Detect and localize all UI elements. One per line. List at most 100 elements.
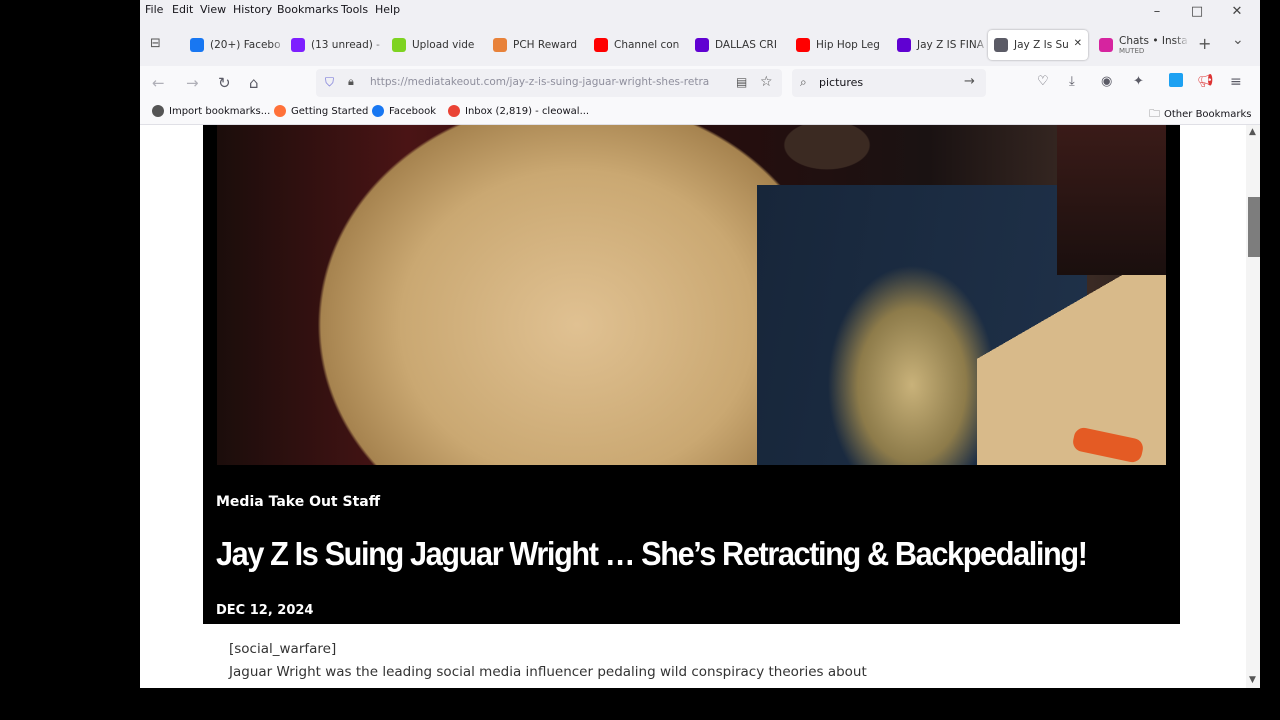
tab-label: Hip Hop Leg [816,39,880,51]
bookmark-item[interactable]: Facebook [372,105,436,117]
bookmark-label: Inbox (2,819) - cleowal... [465,105,590,117]
tab-label: PCH Reward [513,39,577,51]
tab-6[interactable]: DALLAS CRI [689,30,791,60]
scroll-up-icon[interactable]: ▲ [1249,127,1256,137]
forward-arrow-icon[interactable]: → [186,74,199,92]
tab-8[interactable]: Jay Z IS FINA [891,30,989,60]
tab-fade [474,30,488,60]
search-go-icon[interactable]: → [964,74,975,89]
article-body-line: Jaguar Wright was the leading social med… [229,664,867,680]
tab-list-button[interactable]: ⌄ [1232,32,1244,48]
tab-label: Upload vide [412,39,475,51]
url-text[interactable]: https://mediatakeout.com/jay-z-is-suing-… [370,76,730,88]
page-content: Media Take Out Staff Jay Z Is Suing Jagu… [140,125,1246,688]
gmail-icon [448,105,460,117]
article-hero: Media Take Out Staff Jay Z Is Suing Jagu… [203,125,1180,624]
tab-5[interactable]: Channel con [588,30,690,60]
tab-groups-icon[interactable]: ⊟ [150,36,161,51]
bookmark-star-icon[interactable]: ☆ [760,74,773,90]
menu-bookmarks[interactable]: Bookmarks [277,3,338,16]
tab-title: Upload vide [412,39,474,51]
tab-fade [272,30,286,60]
article-photo [217,125,1166,465]
tab-close-icon[interactable]: ✕ [1074,38,1082,49]
tab-3[interactable]: Upload vide [386,30,488,60]
tab-fade [373,30,387,60]
tab-title: Channel con [614,39,679,51]
bookmark-item[interactable]: Inbox (2,819) - cleowal... [448,105,589,117]
instagram-icon [1099,38,1113,52]
youtube-icon [594,38,608,52]
other-bookmarks-label: Other Bookmarks [1164,109,1252,120]
pch-icon [493,38,507,52]
tab-fade [975,30,989,60]
menu-hamburger-icon[interactable]: ≡ [1230,74,1242,90]
scrollbar-thumb[interactable] [1248,197,1260,257]
menu-edit[interactable]: Edit [172,3,193,16]
yahoo-icon [897,38,911,52]
extensions-icon[interactable]: ✦ [1133,74,1144,89]
tab-title: PCH Reward [513,39,577,51]
mail-icon [291,38,305,52]
article-author[interactable]: Media Take Out Staff [216,494,380,510]
navigation-toolbar: ← → ↻ ⌂ ⛉ 🔒︎ https://mediatakeout.com/ja… [140,66,1260,100]
tab-7[interactable]: Hip Hop Leg [790,30,892,60]
search-icon: ⌕ [800,75,807,89]
facebook-icon [190,38,204,52]
tab-label: (13 unread) - [311,39,380,51]
tab-fade [878,30,892,60]
bookmark-label: Import bookmarks... [169,105,271,117]
tab-title: Jay Z Is Su [1014,39,1069,51]
orange-wristband [1071,425,1145,465]
bookmark-label: Facebook [389,105,436,117]
tab-fade [575,30,589,60]
url-bar[interactable]: ⛉ 🔒︎ https://mediatakeout.com/jay-z-is-s… [316,69,782,97]
bookmark-label: Getting Started [291,105,369,117]
tab-1[interactable]: (20+) Facebo [184,30,286,60]
other-bookmarks[interactable]: 🗀︎ Other Bookmarks [1149,105,1251,124]
reload-icon[interactable]: ↻ [218,74,231,92]
menu-file[interactable]: File [145,3,163,16]
tab-bar: ⊟ (20+) Facebo (13 unread) - Upload vide PC… [140,22,1260,66]
tab-title: Jay Z IS FINA [917,39,984,51]
menu-view[interactable]: View [200,3,226,16]
maximize-button[interactable]: □ [1182,4,1212,19]
tracking-shield-icon[interactable]: ⛉ [325,75,334,90]
search-bar[interactable]: ⌕ pictures → [792,69,986,97]
menu-help[interactable]: Help [375,3,400,16]
tab-10[interactable]: Chats • Insta MUTED [1093,30,1189,60]
new-tab-button[interactable]: + [1198,34,1211,53]
article-headline: Jay Z Is Suing Jaguar Wright … She’s Ret… [216,535,1088,572]
extension-badge-icon[interactable] [1169,73,1183,87]
pocket-icon[interactable]: ♡ [1037,74,1049,89]
tab-fade [777,30,791,60]
youtube-icon [796,38,810,52]
back-arrow-icon[interactable]: ← [152,74,165,92]
yahoo-icon [695,38,709,52]
tab-label: (20+) Facebo [210,39,281,51]
tab-title: DALLAS CRI [715,39,777,51]
account-icon[interactable]: ◉ [1101,74,1112,89]
megaphone-icon[interactable]: 📢︎ [1197,74,1214,89]
search-input[interactable]: pictures [819,76,863,89]
bookmark-item[interactable]: Getting Started [274,105,368,117]
bookmark-item[interactable]: Import bookmarks... [152,105,270,117]
browser-window: File Edit View History Bookmarks Tools H… [140,0,1260,688]
download-icon[interactable]: ⤓ [1069,74,1075,89]
menu-bar: File Edit View History Bookmarks Tools H… [140,0,1260,22]
menu-history[interactable]: History [233,3,272,16]
tab-fade [676,30,690,60]
reader-view-icon[interactable]: ▤ [736,75,747,89]
minimize-button[interactable]: – [1142,4,1172,19]
scroll-down-icon[interactable]: ▼ [1249,675,1256,685]
vertical-scrollbar[interactable]: ▲ ▼ [1246,125,1260,688]
tab-4[interactable]: PCH Reward [487,30,589,60]
tab-9[interactable]: Jay Z Is Su ✕ [988,30,1088,60]
tab-2[interactable]: (13 unread) - [285,30,387,60]
article-date: DEC 12, 2024 [216,603,314,618]
menu-tools[interactable]: Tools [341,3,368,16]
close-window-button[interactable]: ✕ [1222,4,1252,19]
tab-label: Channel con [614,39,680,51]
home-icon[interactable]: ⌂ [249,74,259,92]
lock-icon[interactable]: 🔒︎ [348,75,354,89]
